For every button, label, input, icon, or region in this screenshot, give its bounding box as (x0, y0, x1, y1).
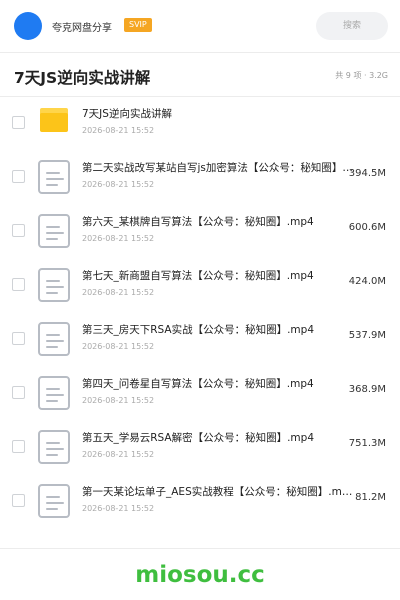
item-size: 81.2M (355, 492, 386, 503)
checkbox[interactable] (12, 332, 25, 345)
svip-badge: SVIP (124, 18, 152, 32)
checkbox[interactable] (12, 494, 25, 507)
header-divider (0, 52, 400, 53)
item-date: 2026-08-21 15:52 (82, 396, 155, 405)
list-item[interactable]: 7天JS逆向实战讲解 2026-08-21 15:52 (0, 96, 400, 150)
checkbox[interactable] (12, 386, 25, 399)
folder-icon (40, 108, 68, 132)
watermark: miosou.cc (135, 562, 265, 588)
video-file-icon (38, 376, 70, 410)
folder-meta: 共 9 项 · 3.2G (335, 71, 388, 80)
checkbox[interactable] (12, 440, 25, 453)
folder-title-bar: 7天JS逆向实战讲解 共 9 项 · 3.2G (0, 56, 400, 96)
item-date: 2026-08-21 15:52 (82, 504, 155, 513)
list-item[interactable]: 第六天_某棋牌自写算法【公众号：秘知圈】.mp4 2026-08-21 15:5… (0, 204, 400, 258)
checkbox[interactable] (12, 116, 25, 129)
username: 夸克网盘分享 (52, 23, 112, 34)
video-file-icon (38, 214, 70, 248)
list-item[interactable]: 第一天某论坛单子_AES实战教程【公众号：秘知圈】.mp4 2026-08-21… (0, 474, 400, 528)
item-size: 537.9M (348, 330, 386, 341)
item-size: 368.9M (348, 384, 386, 395)
item-date: 2026-08-21 15:52 (82, 342, 155, 351)
list-item[interactable]: 第五天_学易云RSA解密【公众号：秘知圈】.mp4 2026-08-21 15:… (0, 420, 400, 474)
list-end-divider (0, 548, 400, 549)
page-title: 7天JS逆向实战讲解 (14, 69, 151, 87)
item-date: 2026-08-21 15:52 (82, 126, 155, 135)
item-size: 424.0M (348, 276, 386, 287)
item-name: 第三天_房天下RSA实战【公众号：秘知圈】.mp4 (82, 324, 314, 336)
list-item[interactable]: 第四天_问卷星自写算法【公众号：秘知圈】.mp4 2026-08-21 15:5… (0, 366, 400, 420)
checkbox[interactable] (12, 278, 25, 291)
item-name: 7天JS逆向实战讲解 (82, 108, 172, 120)
item-date: 2026-08-21 15:52 (82, 450, 155, 459)
video-file-icon (38, 160, 70, 194)
checkbox[interactable] (12, 224, 25, 237)
item-name: 第六天_某棋牌自写算法【公众号：秘知圈】.mp4 (82, 216, 314, 228)
item-date: 2026-08-21 15:52 (82, 234, 155, 243)
item-size: 600.6M (348, 222, 386, 233)
search-input[interactable] (316, 12, 388, 40)
item-name: 第五天_学易云RSA解密【公众号：秘知圈】.mp4 (82, 432, 314, 444)
video-file-icon (38, 268, 70, 302)
item-name: 第一天某论坛单子_AES实战教程【公众号：秘知圈】.mp4 (82, 486, 354, 498)
list-item[interactable]: 第三天_房天下RSA实战【公众号：秘知圈】.mp4 2026-08-21 15:… (0, 312, 400, 366)
item-name: 第四天_问卷星自写算法【公众号：秘知圈】.mp4 (82, 378, 314, 390)
checkbox[interactable] (12, 170, 25, 183)
item-date: 2026-08-21 15:52 (82, 180, 155, 189)
item-date: 2026-08-21 15:52 (82, 288, 155, 297)
video-file-icon (38, 430, 70, 464)
item-size: 394.5M (348, 168, 386, 179)
video-file-icon (38, 322, 70, 356)
item-size: 751.3M (348, 438, 386, 449)
video-file-icon (38, 484, 70, 518)
list-item[interactable]: 第二天实战改写某站自写js加密算法【公众号：秘知圈】.mp4 2026-08-2… (0, 150, 400, 204)
item-name: 第七天_新商盟自写算法【公众号：秘知圈】.mp4 (82, 270, 314, 282)
top-bar: 夸克网盘分享 SVIP (0, 0, 400, 52)
list-item[interactable]: 第七天_新商盟自写算法【公众号：秘知圈】.mp4 2026-08-21 15:5… (0, 258, 400, 312)
item-name: 第二天实战改写某站自写js加密算法【公众号：秘知圈】.mp4 (82, 162, 354, 174)
avatar[interactable] (14, 12, 42, 40)
